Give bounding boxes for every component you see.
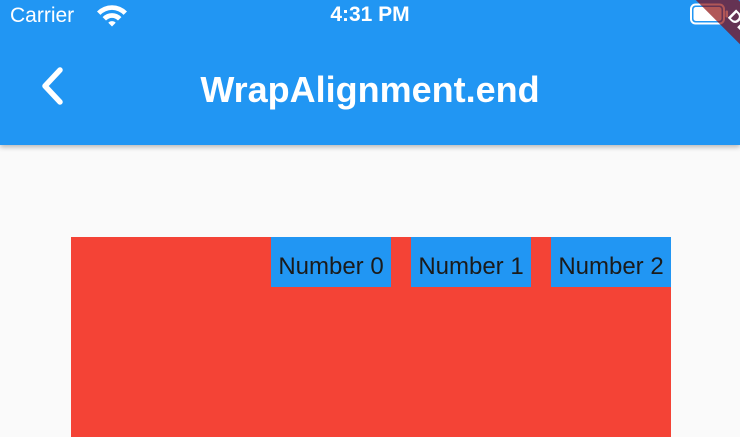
wrap-item-0: Number 0 [271, 237, 391, 287]
wrap-container: Number 0 Number 1 Number 2 [71, 237, 671, 437]
page-title: WrapAlignment.end [200, 69, 540, 110]
status-time: 4:31 PM [330, 3, 410, 26]
wrap-item-1: Number 1 [411, 237, 531, 287]
wrap-item-2: Number 2 [551, 237, 671, 287]
toolbar: WrapAlignment.end [0, 34, 740, 145]
app-bar: Carrier 4:31 PM WrapAlignment.end [0, 0, 740, 145]
body-content: Number 0 Number 1 Number 2 [0, 145, 740, 437]
status-bar: Carrier 4:31 PM [0, 0, 740, 34]
battery-icon [690, 3, 730, 25]
